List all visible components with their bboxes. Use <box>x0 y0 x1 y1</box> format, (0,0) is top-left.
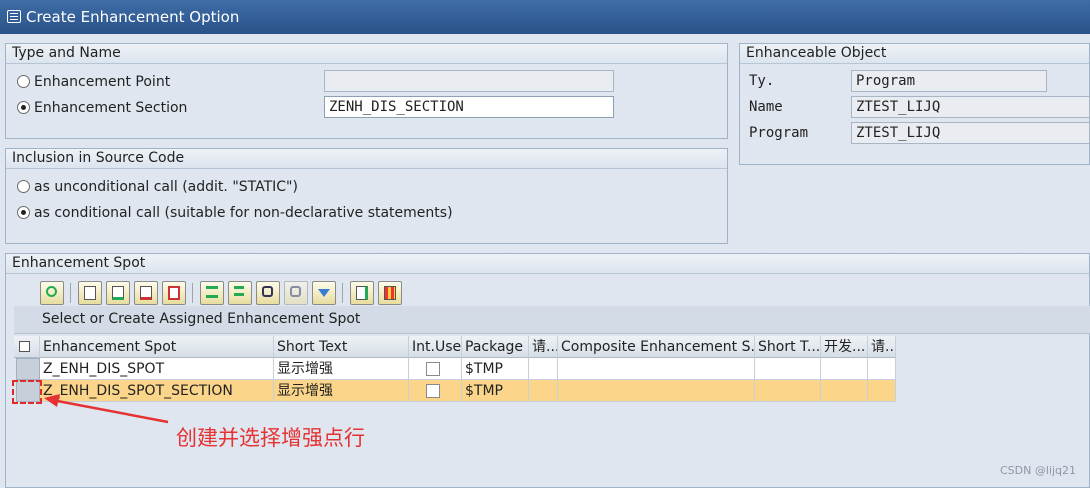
inclusion-header: Inclusion in Source Code <box>6 149 727 169</box>
col-short-t[interactable]: Short T... <box>755 336 821 358</box>
cell-package[interactable]: $TMP <box>462 358 529 380</box>
cell-empty[interactable] <box>755 380 821 402</box>
cell-empty[interactable] <box>558 358 755 380</box>
cell-empty[interactable] <box>529 358 558 380</box>
name-label: Name <box>749 99 783 115</box>
window-title-bar: Create Enhancement Option <box>0 0 1090 34</box>
grid-title: Select or Create Assigned Enhancement Sp… <box>42 311 361 327</box>
radio-button-conditional[interactable] <box>17 206 30 219</box>
int-use-checkbox[interactable] <box>426 362 440 376</box>
cell-empty[interactable] <box>558 380 755 402</box>
ty-field: Program <box>851 70 1047 92</box>
enhancement-spot-header: Enhancement Spot <box>6 254 1089 274</box>
col-composite[interactable]: Composite Enhancement S... <box>558 336 755 358</box>
export-icon[interactable] <box>350 281 374 305</box>
radio-enhancement-point[interactable]: Enhancement Point <box>17 72 277 92</box>
radio-label-unconditional: as unconditional call (addit. "STATIC") <box>34 179 298 195</box>
radio-label-conditional: as conditional call (suitable for non-de… <box>34 205 453 221</box>
annotation-highlight-box <box>12 380 42 404</box>
window-title: Create Enhancement Option <box>26 8 240 26</box>
col-request-2[interactable]: 请... <box>868 336 896 358</box>
radio-enhancement-section[interactable]: Enhancement Section <box>17 98 277 118</box>
delete-row-icon[interactable] <box>134 281 158 305</box>
radio-label-section: Enhancement Section <box>34 100 188 116</box>
radio-conditional-call[interactable]: as conditional call (suitable for non-de… <box>17 203 517 223</box>
radio-button-point[interactable] <box>17 75 30 88</box>
col-int-use[interactable]: Int.Use <box>409 336 462 358</box>
cell-package[interactable]: $TMP <box>462 380 529 402</box>
cell-spot[interactable]: Z_ENH_DIS_SPOT <box>40 358 274 380</box>
cell-empty[interactable] <box>868 358 896 380</box>
cell-int-use[interactable] <box>409 380 462 402</box>
grid-title-bar: Select or Create Assigned Enhancement Sp… <box>14 306 1090 334</box>
col-short-text[interactable]: Short Text <box>274 336 409 358</box>
annotation-text: 创建并选择增强点行 <box>176 426 365 450</box>
toolbar-separator <box>342 283 343 303</box>
cell-empty[interactable] <box>821 380 868 402</box>
row-selector[interactable] <box>16 358 40 380</box>
col-request-1[interactable]: 请... <box>529 336 558 358</box>
cell-int-use[interactable] <box>409 358 462 380</box>
find-icon[interactable] <box>256 281 280 305</box>
select-all-cell[interactable] <box>14 336 40 358</box>
cell-empty[interactable] <box>868 380 896 402</box>
annotation-arrow <box>44 394 169 424</box>
col-developer[interactable]: 开发... <box>821 336 868 358</box>
radio-button-unconditional[interactable] <box>17 180 30 193</box>
filter-icon[interactable] <box>228 281 252 305</box>
layout-icon[interactable] <box>378 281 402 305</box>
toolbar-separator <box>192 283 193 303</box>
type-and-name-header: Type and Name <box>6 44 727 64</box>
radio-button-section[interactable] <box>17 101 30 114</box>
insert-row-icon[interactable] <box>106 281 130 305</box>
program-field: ZTEST_LIJQ <box>851 122 1090 144</box>
col-enhancement-spot[interactable]: Enhancement Spot <box>40 336 274 358</box>
enhancement-section-field[interactable]: ZENH_DIS_SECTION <box>324 96 614 118</box>
sort-ascending-icon[interactable] <box>200 281 224 305</box>
col-package[interactable]: Package <box>462 336 529 358</box>
select-all-icon <box>19 341 30 352</box>
int-use-checkbox[interactable] <box>426 384 440 398</box>
name-field: ZTEST_LIJQ <box>851 96 1090 118</box>
cell-empty[interactable] <box>529 380 558 402</box>
cell-empty[interactable] <box>821 358 868 380</box>
copy-icon[interactable] <box>162 281 186 305</box>
program-label: Program <box>749 125 809 141</box>
ty-label: Ty. <box>749 73 775 89</box>
details-icon[interactable] <box>40 281 64 305</box>
enhancement-point-field[interactable] <box>324 70 614 92</box>
cell-empty[interactable] <box>755 358 821 380</box>
toolbar-separator <box>70 283 71 303</box>
cell-short-text[interactable]: 显示增强 <box>274 358 409 380</box>
watermark: CSDN @lijq21 <box>999 464 1076 477</box>
cell-short-text[interactable]: 显示增强 <box>274 380 409 402</box>
dialog-icon <box>7 10 21 23</box>
enhanceable-object-header: Enhanceable Object <box>740 44 1089 64</box>
create-icon[interactable] <box>78 281 102 305</box>
set-filter-icon[interactable] <box>312 281 336 305</box>
find-next-icon[interactable] <box>284 281 308 305</box>
radio-label-point: Enhancement Point <box>34 74 171 90</box>
radio-unconditional-call[interactable]: as unconditional call (addit. "STATIC") <box>17 177 517 197</box>
